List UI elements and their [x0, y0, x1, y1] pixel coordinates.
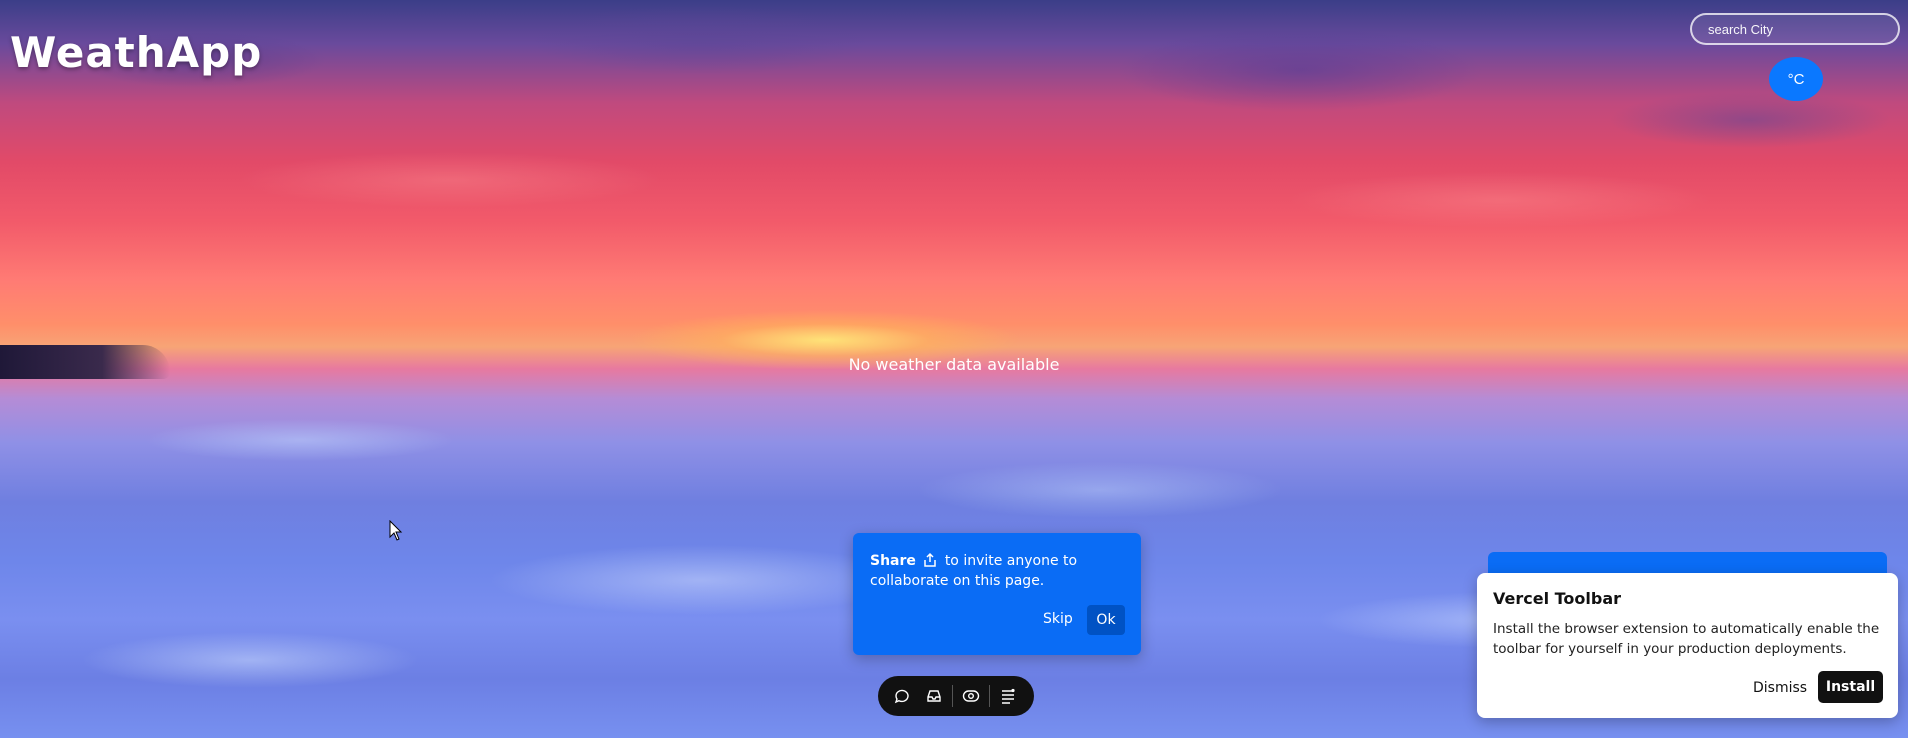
share-popover-text: Share to invite anyone to collaborate on… [870, 551, 1120, 591]
collaboration-toolbar [878, 676, 1034, 716]
inbox-icon[interactable] [918, 680, 950, 712]
search-input[interactable] [1690, 13, 1900, 45]
menu-icon[interactable] [992, 680, 1024, 712]
share-icon [924, 552, 937, 567]
unit-toggle-button[interactable]: °C [1769, 57, 1823, 101]
skip-button[interactable]: Skip [1043, 611, 1073, 627]
vercel-card-body: Install the browser extension to automat… [1493, 621, 1880, 657]
vercel-card-accent [1488, 552, 1887, 574]
dismiss-button[interactable]: Dismiss [1745, 673, 1815, 703]
share-popover: Share to invite anyone to collaborate on… [853, 533, 1141, 655]
background-clouds [0, 0, 1908, 320]
toolbar-divider [989, 685, 990, 707]
toolbar-divider [952, 685, 953, 707]
comment-icon[interactable] [886, 680, 918, 712]
app-logo: WeathApp [10, 28, 263, 77]
eye-icon[interactable] [955, 680, 987, 712]
vercel-toolbar-card: Vercel Toolbar Install the browser exten… [1477, 573, 1898, 718]
install-button[interactable]: Install [1818, 671, 1883, 703]
share-popover-bold: Share [870, 553, 916, 569]
mouse-cursor-icon [389, 520, 403, 541]
vercel-card-title: Vercel Toolbar [1493, 589, 1622, 608]
status-message: No weather data available [848, 355, 1060, 374]
ok-button[interactable]: Ok [1087, 605, 1125, 635]
